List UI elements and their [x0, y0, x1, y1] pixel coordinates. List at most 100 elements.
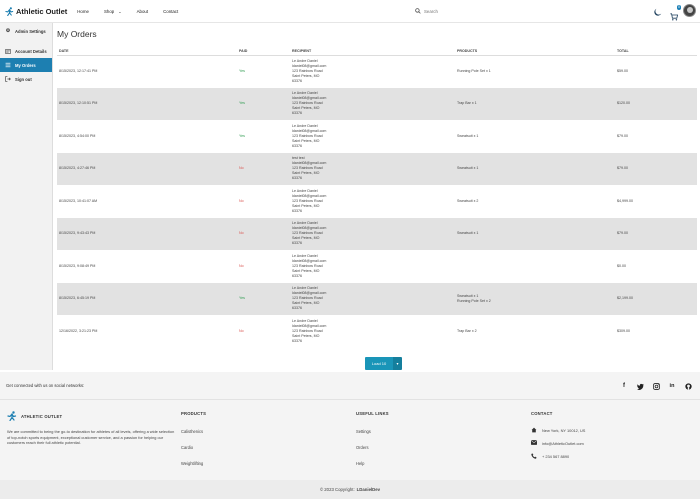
footer-link-orders[interactable]: Orders	[356, 445, 389, 450]
recipient-line: 63376	[292, 143, 302, 148]
footer-link-calisthenics[interactable]: Calisthenics	[181, 429, 206, 434]
order-total: $309.00	[617, 328, 630, 333]
load-more-group: Load 10 ▾	[365, 357, 402, 370]
order-products: Running Pole Set x 1	[455, 55, 615, 88]
column-header-products: PRODUCTS	[455, 47, 615, 56]
order-date: 8/15/2023, 10:41:07 AM	[59, 198, 98, 203]
footer-contact-email: info@AthleticOutlet.com	[531, 440, 585, 446]
table-row: 8/15/2023, 9:08:49 PM No Le Andre Daniel ld…	[57, 250, 697, 283]
footer-useful-heading: USEFUL LINKS	[356, 411, 389, 416]
product-line: Running Pole Set x 1	[457, 68, 491, 73]
nav-shop-dropdown[interactable]: Shop ⌄	[104, 9, 122, 14]
table-row: 8/15/2023, 12:17:41 PM Yes Le Andre Daniel…	[57, 55, 697, 88]
cart-count-badge: 0	[677, 5, 681, 10]
main-nav: Home Shop ⌄ About Contact	[77, 9, 193, 14]
nav-about-link[interactable]: About	[137, 9, 148, 14]
product-line: Running Pole Set x 2	[457, 298, 491, 303]
social-icons: f in	[612, 382, 692, 390]
order-total: $4,999.00	[617, 198, 633, 203]
copyright-owner-link[interactable]: LDanielDev	[357, 487, 380, 492]
product-line: Trap Bar x 2	[457, 328, 477, 333]
top-navbar: Athletic Outlet Home Shop ⌄ About Contact…	[0, 0, 700, 23]
facebook-icon[interactable]: f	[620, 382, 628, 390]
sidebar: ⚙ Admin Settings Account Details My Orde…	[0, 23, 53, 370]
main-content: My Orders DATE PAID RECIPIENT PRODUCTS T…	[53, 23, 700, 370]
cart-button[interactable]: 0	[670, 5, 681, 21]
footer-contact-phone: + 234 567 8890	[531, 453, 585, 459]
brand[interactable]: Athletic Outlet	[5, 7, 67, 16]
footer-contact-address: New York, NY 10012, US	[531, 427, 585, 433]
nav-contact-link[interactable]: Contact	[163, 9, 178, 14]
recipient-line: 63376	[292, 273, 302, 278]
product-line: Sweatsuit x 2	[457, 198, 479, 203]
order-recipient: Le Andre Daniel ldaniel08@gmail.com 123 Ra…	[290, 315, 455, 348]
sidebar-item-sign-out[interactable]: Sign out	[0, 72, 52, 86]
nav-shop-label: Shop	[103, 8, 115, 14]
footer-phone-text: + 234 567 8890	[542, 453, 570, 459]
id-card-icon	[5, 48, 11, 54]
order-date: 8/15/2023, 12:10:51 PM	[59, 101, 98, 106]
order-date: 8/15/2023, 12:17:41 PM	[59, 68, 98, 73]
order-paid-status: No	[239, 166, 244, 171]
orders-table-body: 8/15/2023, 12:17:41 PM Yes Le Andre Daniel…	[57, 55, 697, 348]
load-more-button[interactable]: Load 10	[365, 357, 393, 370]
load-more-dropdown-toggle[interactable]: ▾	[393, 357, 402, 370]
order-products: Sweatsuit x 2	[455, 185, 615, 218]
envelope-icon	[531, 440, 537, 446]
recipient-line: 63376	[292, 208, 302, 213]
order-recipient: Le Andre Daniel ldaniel08@gmail.com 123 Ra…	[290, 283, 455, 316]
order-recipient: Le Andre Daniel ldaniel08@gmail.com 123 Ra…	[290, 88, 455, 121]
order-date: 8/15/2023, 9:43:43 PM	[59, 231, 96, 236]
order-paid-status: Yes	[239, 133, 245, 138]
avatar[interactable]	[683, 4, 696, 17]
order-recipient: Le Andre Daniel ldaniel08@gmail.com 123 Ra…	[290, 120, 455, 153]
order-products: Sweatsuit x 1	[455, 218, 615, 251]
moon-icon[interactable]	[654, 8, 662, 16]
table-header-row: DATE PAID RECIPIENT PRODUCTS TOTAL	[57, 47, 697, 56]
sidebar-item-admin-settings[interactable]: ⚙ Admin Settings	[0, 24, 52, 38]
footer-link-weightlifting[interactable]: Weightlifting	[181, 461, 206, 466]
order-recipient: Le Andre Daniel ldaniel08@gmail.com 123 Ra…	[290, 185, 455, 218]
recipient-line: 63376	[292, 338, 302, 343]
order-paid-status: No	[239, 198, 244, 203]
order-date: 8/15/2023, 6:45:19 PM	[59, 296, 96, 301]
table-row: 8/15/2023, 9:43:43 PM No Le Andre Daniel ld…	[57, 217, 697, 251]
nav-home-link[interactable]: Home	[77, 9, 89, 14]
order-recipient: Le Andre Daniel ldaniel08@gmail.com 123 Ra…	[290, 218, 455, 251]
search-input[interactable]	[424, 8, 484, 14]
footer-description: We are committed to being the go-to dest…	[7, 429, 175, 445]
product-line: Trap Bar x 1	[457, 101, 477, 106]
order-products: Sweatsuit x 1	[455, 153, 615, 186]
order-recipient: test test ldaniel08@gmail.com 123 Rainbow …	[290, 153, 455, 186]
product-line: Sweatsuit x 1	[457, 231, 479, 236]
recipient-line: 63376	[292, 241, 302, 246]
order-date: 12/16/2022, 3:21:23 PM	[59, 328, 98, 333]
table-row: 8/15/2023, 12:10:51 PM Yes Le Andre Daniel…	[57, 87, 697, 121]
github-icon[interactable]	[684, 382, 692, 390]
instagram-icon[interactable]	[652, 382, 660, 390]
product-line: Sweatsuit x 1	[457, 166, 479, 171]
order-date: 8/15/2023, 4:27:46 PM	[59, 166, 96, 171]
order-products: Trap Bar x 2	[455, 315, 615, 348]
footer-link-settings[interactable]: Settings	[356, 429, 389, 434]
table-row: 8/15/2023, 4:27:46 PM No test test ldaniel0…	[57, 152, 697, 186]
column-header-paid: PAID	[237, 47, 290, 56]
footer-contact-column: CONTACT New York, NY 10012, US info@Athl…	[531, 411, 585, 459]
order-products: Sweatsuit x 1 Running Pole Set x 2	[455, 283, 615, 316]
footer-link-help[interactable]: Help	[356, 461, 389, 466]
runner-logo-icon	[7, 411, 17, 421]
footer-link-cardio[interactable]: Cardio	[181, 445, 206, 450]
gear-icon: ⚙	[5, 28, 11, 34]
order-total: $2,199.00	[617, 296, 633, 301]
twitter-icon[interactable]	[636, 382, 644, 390]
list-icon	[5, 62, 11, 68]
footer-contact-heading: CONTACT	[531, 411, 553, 416]
sidebar-item-account-details[interactable]: Account Details	[0, 44, 52, 58]
linkedin-icon[interactable]: in	[668, 382, 676, 390]
orders-table: DATE PAID RECIPIENT PRODUCTS TOTAL 8/15/…	[57, 47, 697, 348]
sidebar-item-my-orders[interactable]: My Orders	[0, 58, 52, 72]
order-total: $120.00	[617, 101, 630, 106]
phone-icon	[531, 453, 537, 459]
order-paid-status: No	[239, 263, 244, 268]
order-date: 8/15/2023, 9:08:49 PM	[59, 263, 96, 268]
